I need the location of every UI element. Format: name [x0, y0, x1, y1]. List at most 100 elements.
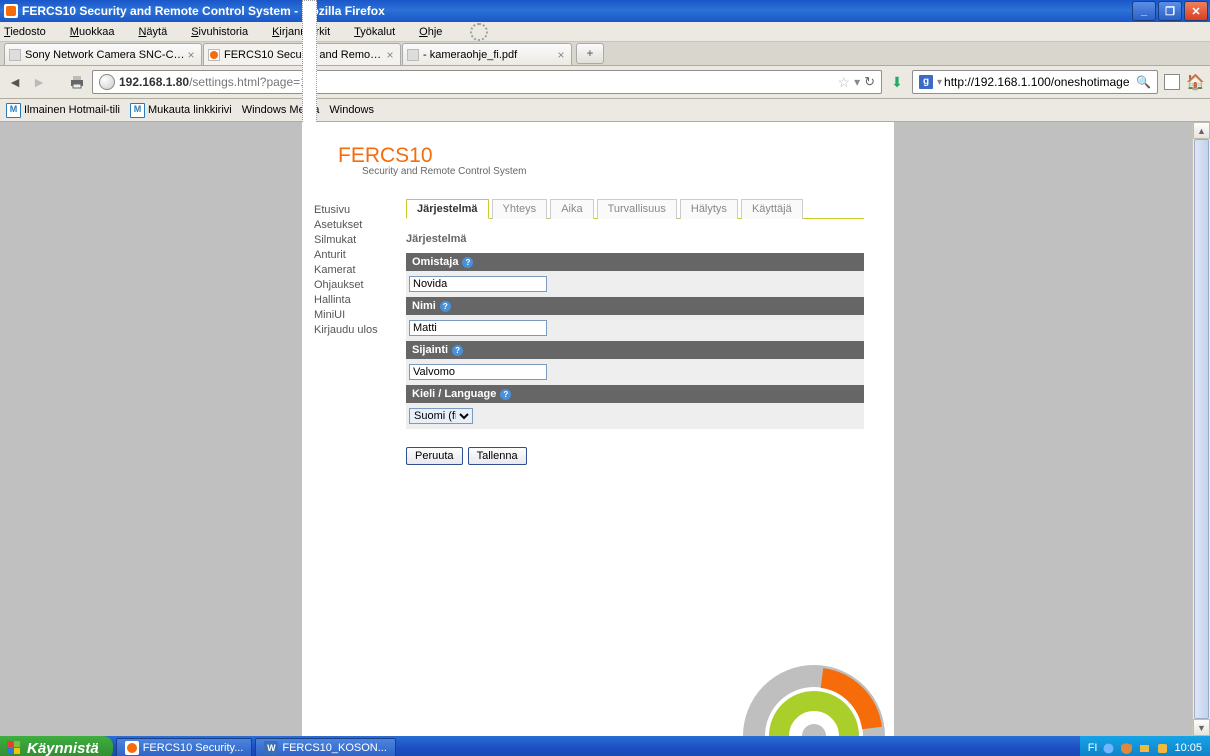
taskbar-item-word[interactable]: W FERCS10_KOSON...	[255, 738, 396, 756]
system-tray: FI 10:05	[1080, 736, 1210, 756]
window-minimize-button[interactable]: _	[1132, 1, 1156, 21]
downloads-button[interactable]: ⬇	[888, 73, 906, 91]
home-button[interactable]: 🏠	[1186, 73, 1204, 91]
new-tab-button[interactable]: +	[576, 43, 604, 64]
tab-turvallisuus[interactable]: Turvallisuus	[597, 199, 677, 219]
menu-bar: Tiedosto Muokkaa Näytä Sivuhistoria Kirj…	[0, 22, 1210, 42]
tray-icon[interactable]	[1138, 742, 1151, 755]
tray-language[interactable]: FI	[1088, 742, 1098, 754]
window-titlebar: FERCS10 Security and Remote Control Syst…	[0, 0, 1210, 22]
page-body: FERCS10 Security and Remote Control Syst…	[302, 122, 894, 736]
tray-icon[interactable]	[1156, 742, 1169, 755]
start-button[interactable]: Käynnistä	[0, 736, 113, 756]
scroll-down-button[interactable]: ▼	[1193, 719, 1210, 736]
scroll-thumb[interactable]	[1194, 139, 1209, 719]
tray-icon[interactable]	[1102, 742, 1115, 755]
navigation-toolbar: ◄ ► 192.168.1.80/settings.html?page=1 ☆ …	[0, 66, 1210, 99]
url-bar[interactable]: 192.168.1.80/settings.html?page=1 ☆ ▾ ↻	[92, 70, 882, 94]
windows-flag-icon	[6, 740, 22, 756]
browser-tab-0[interactable]: Sony Network Camera SNC-CS11 ×	[4, 43, 202, 65]
globe-icon	[99, 74, 115, 90]
viewport: FERCS10 Security and Remote Control Syst…	[0, 122, 1210, 736]
owner-input[interactable]	[409, 276, 547, 292]
window-maximize-button[interactable]: ❐	[1158, 1, 1182, 21]
print-button[interactable]	[68, 73, 86, 91]
nav-miniui[interactable]: MiniUI	[314, 308, 394, 323]
help-icon[interactable]: ?	[462, 257, 473, 268]
nav-silmukat[interactable]: Silmukat	[314, 233, 394, 248]
location-input[interactable]	[409, 364, 547, 380]
throbber-icon	[470, 23, 488, 41]
scroll-up-button[interactable]: ▲	[1193, 122, 1210, 139]
name-input[interactable]	[409, 320, 547, 336]
field-header-owner: Omistaja?	[406, 253, 864, 271]
nav-logout[interactable]: Kirjaudu ulos	[314, 323, 394, 338]
tab-close-icon[interactable]: ×	[555, 49, 567, 61]
url-path: /settings.html?page=1	[189, 75, 307, 89]
bookmark-hotmail[interactable]: MIlmainen Hotmail-tili	[6, 103, 120, 118]
page-icon	[407, 49, 419, 61]
tab-jarjestelma[interactable]: Järjestelmä	[406, 199, 489, 219]
vertical-scrollbar[interactable]: ▲ ▼	[1192, 122, 1210, 736]
tab-aika[interactable]: Aika	[550, 199, 593, 219]
tray-shield-icon[interactable]	[1120, 742, 1133, 755]
brand-subtitle: Security and Remote Control System	[362, 166, 864, 177]
nav-kamerat[interactable]: Kamerat	[314, 263, 394, 278]
help-icon[interactable]: ?	[500, 389, 511, 400]
restore-session-button[interactable]	[1164, 74, 1180, 90]
menu-help[interactable]: Ohje	[419, 26, 454, 38]
dropdown-icon[interactable]: ▾	[854, 75, 860, 89]
taskbar: Käynnistä FERCS10 Security... W FERCS10_…	[0, 736, 1210, 756]
field-header-name: Nimi?	[406, 297, 864, 315]
bookmark-links[interactable]: MMukauta linkkirivi	[130, 103, 232, 118]
tab-label: - kameraohje_fi.pdf	[423, 49, 555, 61]
firefox-icon	[125, 741, 139, 755]
menu-edit[interactable]: Muokkaa	[70, 26, 127, 38]
bookmarks-toolbar: MIlmainen Hotmail-tili MMukauta linkkiri…	[0, 99, 1210, 122]
search-bar[interactable]: g ▾ 🔍	[912, 70, 1158, 94]
help-icon[interactable]: ?	[452, 345, 463, 356]
save-button[interactable]: Tallenna	[468, 447, 527, 465]
window-close-button[interactable]: ✕	[1184, 1, 1208, 21]
tab-close-icon[interactable]: ×	[185, 49, 197, 61]
msn-icon: M	[6, 103, 21, 118]
search-input[interactable]	[942, 74, 1132, 90]
settings-tab-nav: Järjestelmä Yhteys Aika Turvallisuus Häl…	[406, 199, 864, 219]
nav-asetukset[interactable]: Asetukset	[314, 218, 394, 233]
nav-hallinta[interactable]: Hallinta	[314, 293, 394, 308]
bookmark-star-icon[interactable]: ☆	[838, 74, 851, 91]
tab-label: Sony Network Camera SNC-CS11	[25, 49, 185, 61]
msn-icon: M	[130, 103, 145, 118]
brand-title: FERCS10	[338, 144, 864, 168]
taskbar-item-firefox[interactable]: FERCS10 Security...	[116, 738, 253, 756]
forward-button[interactable]: ►	[30, 73, 48, 91]
field-header-location: Sijainti?	[406, 341, 864, 359]
back-button[interactable]: ◄	[6, 73, 24, 91]
menu-tools[interactable]: Työkalut	[354, 26, 407, 38]
browser-tab-2[interactable]: - kameraohje_fi.pdf ×	[402, 43, 572, 65]
language-select[interactable]: Suomi (fi)	[409, 408, 473, 424]
finembe-logo: FINEMBE	[674, 646, 894, 736]
side-nav: Etusivu Asetukset Silmukat Anturit Kamer…	[314, 199, 394, 465]
tab-strip: Sony Network Camera SNC-CS11 × FERCS10 S…	[0, 42, 1210, 66]
tab-yhteys[interactable]: Yhteys	[492, 199, 548, 219]
firefox-icon	[208, 49, 220, 61]
menu-view[interactable]: Näytä	[138, 26, 179, 38]
tray-clock[interactable]: 10:05	[1174, 742, 1202, 754]
menu-file[interactable]: Tiedosto	[4, 26, 58, 38]
tab-kayttaja[interactable]: Käyttäjä	[741, 199, 803, 219]
field-header-language: Kieli / Language?	[406, 385, 864, 403]
page-icon	[9, 49, 21, 61]
main-panel: Järjestelmä Yhteys Aika Turvallisuus Häl…	[406, 199, 864, 465]
reload-icon[interactable]: ↻	[864, 74, 875, 90]
help-icon[interactable]: ?	[440, 301, 451, 312]
bookmark-windows[interactable]: .Windows	[329, 104, 374, 116]
tab-halytys[interactable]: Hälytys	[680, 199, 738, 219]
nav-etusivu[interactable]: Etusivu	[314, 203, 394, 218]
nav-anturit[interactable]: Anturit	[314, 248, 394, 263]
tab-close-icon[interactable]: ×	[384, 49, 396, 61]
search-icon[interactable]: 🔍	[1136, 75, 1151, 89]
menu-history[interactable]: Sivuhistoria	[191, 26, 260, 38]
cancel-button[interactable]: Peruuta	[406, 447, 463, 465]
nav-ohjaukset[interactable]: Ohjaukset	[314, 278, 394, 293]
